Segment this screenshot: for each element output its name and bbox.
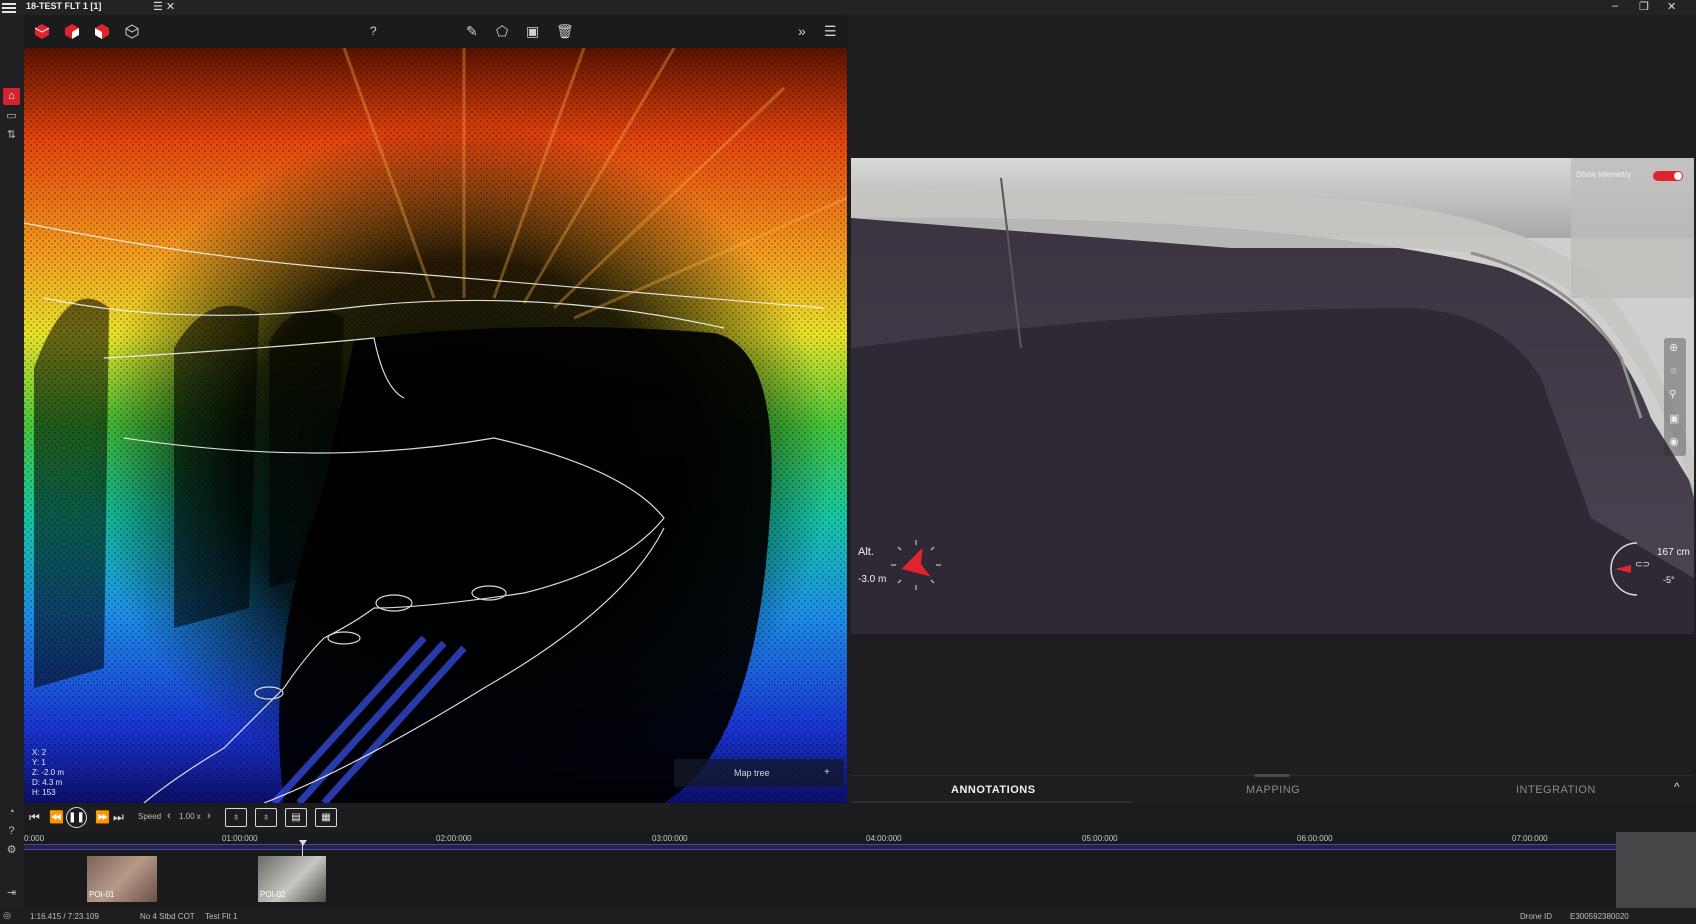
angle-value: -5° <box>1663 575 1675 585</box>
timeline-tick: 06:00:000 <box>1297 834 1333 843</box>
polygon-icon[interactable]: ⬠ <box>496 23 508 40</box>
cube-left-face-icon[interactable] <box>95 24 109 39</box>
coord-h: H: 153 <box>32 788 56 797</box>
pencil-icon[interactable]: ✎ <box>466 23 478 40</box>
collapse-panel-icon[interactable]: ^ <box>1674 780 1680 794</box>
hamburger-menu-icon[interactable] <box>2 1 16 13</box>
poi-label: POI-02 <box>260 890 286 899</box>
heading-indicator-icon <box>891 540 941 590</box>
playback-position: 1:16.415 / 7:23.109 <box>30 912 99 921</box>
add-poi-icon[interactable]: ♁ <box>225 808 247 827</box>
camera-tools: ⊕ ☼ ⚲ ▣ ◉ <box>1664 338 1686 456</box>
drone-id-label: Drone ID <box>1520 912 1553 921</box>
altitude-label: Alt. <box>858 546 874 558</box>
step-back-icon[interactable]: ⏪ <box>49 810 64 824</box>
left-rail: ⌂ ▭ ⇅ ◔ ? ⚙ ⇥ <box>0 15 24 924</box>
timeline[interactable]: 0:000 01:00:000 02:00:000 03:00:000 04:0… <box>24 832 1696 908</box>
map-tree-label: Map tree <box>734 768 770 778</box>
pause-button[interactable]: ❚❚ <box>66 807 87 828</box>
step-forward-icon[interactable]: ⏩ <box>95 810 110 824</box>
tab-mapping[interactable]: MAPPING <box>1246 784 1300 796</box>
panel-tabs: ANNOTATIONS MAPPING INTEGRATION ^ <box>851 774 1694 803</box>
playhead-icon[interactable] <box>299 840 307 846</box>
lamp-icon[interactable]: ☼ <box>1669 365 1678 376</box>
restore-button[interactable]: ❐ <box>1639 0 1649 13</box>
gear-icon[interactable]: ⚙ <box>3 842 20 859</box>
tab-close-icon[interactable]: ✕ <box>166 1 175 13</box>
cube-solid-icon[interactable] <box>35 24 49 39</box>
speed-increase-icon[interactable]: › <box>207 810 211 822</box>
report-icon[interactable]: ▤ <box>285 808 307 827</box>
timeline-tick: 03:00:000 <box>652 834 688 843</box>
map-tree-panel[interactable]: Map tree + <box>674 759 844 787</box>
cube-right-face-icon[interactable] <box>65 24 79 39</box>
export-icon[interactable]: ⇥ <box>3 885 20 902</box>
help-icon[interactable]: ? <box>3 823 20 840</box>
minimize-button[interactable]: – <box>1612 0 1618 12</box>
tab-integration[interactable]: INTEGRATION <box>1516 784 1596 796</box>
active-tab-underline <box>851 801 1132 803</box>
show-telemetry-toggle[interactable] <box>1653 171 1683 181</box>
show-telemetry-label: Show telemetry <box>1576 170 1632 179</box>
timeline-tick: 0:000 <box>24 834 45 843</box>
coord-z: Z: -2.0 m <box>32 768 64 777</box>
title-bar: 18-TEST FLT 1 [1] ☰ ✕ – ❐ ✕ <box>0 0 1696 15</box>
globe-icon: ◎ <box>3 910 11 920</box>
map-tree-toggle-icon[interactable]: + <box>824 767 830 778</box>
toggle-knob <box>1674 172 1682 180</box>
status-bar: ◎ 1:16.415 / 7:23.109 No 4 Stbd COT Test… <box>0 908 1696 924</box>
save-icon[interactable]: ▣ <box>526 23 539 40</box>
drag-handle[interactable] <box>1254 774 1290 777</box>
drone-id-value: E300592380020 <box>1570 912 1629 921</box>
poi-thumbnail[interactable]: POI-01 <box>87 856 157 902</box>
timeline-tick: 07:00:000 <box>1512 834 1548 843</box>
poi-label: POI-01 <box>89 890 115 899</box>
point-cloud-render: X: 2 Y: 1 Z: -2.0 m D: 4.3 m H: 153 <box>24 48 847 803</box>
document-icon[interactable]: ▭ <box>3 108 20 125</box>
timeline-end-region <box>1616 832 1696 908</box>
tab-annotations[interactable]: ANNOTATIONS <box>951 784 1036 796</box>
double-chevron-icon[interactable]: » <box>798 23 806 39</box>
add-poi-alt-icon[interactable]: ♁ <box>255 808 277 827</box>
skip-start-icon[interactable]: ⏮ <box>29 810 40 825</box>
layers-menu-icon[interactable]: ☰ <box>824 23 837 40</box>
location-name: No 4 Stbd COT <box>140 912 195 921</box>
speed-decrease-icon[interactable]: ‹ <box>167 810 171 822</box>
viewer-toolbar: ? ✎ ⬠ ▣ 🗑 » ☰ <box>24 15 847 48</box>
timeline-tick: 01:00:000 <box>222 834 258 843</box>
trash-icon[interactable]: 🗑 <box>556 23 574 40</box>
camera-feed[interactable]: Show telemetry ⊕ ☼ ⚲ ▣ ◉ Alt. -3.0 m ⊂⊃ … <box>851 158 1694 634</box>
clipboard-icon[interactable]: ▣ <box>1669 412 1679 425</box>
camera-image <box>851 158 1694 634</box>
transfer-icon[interactable]: ⇅ <box>3 127 20 144</box>
skip-end-icon[interactable]: ⏭ <box>113 810 124 825</box>
close-button[interactable]: ✕ <box>1667 0 1676 13</box>
poi-thumbnail[interactable]: POI-02 <box>258 856 326 902</box>
coord-d: D: 4.3 m <box>32 778 63 787</box>
coord-y: Y: 1 <box>32 758 46 767</box>
grid-add-icon[interactable]: ▦ <box>315 808 337 827</box>
help-button[interactable]: ? <box>370 24 377 38</box>
flight-name: Test Flt 1 <box>205 912 238 921</box>
timeline-tick: 04:00:000 <box>866 834 902 843</box>
cube-outline-icon[interactable] <box>125 24 139 39</box>
distance-value: 167 cm <box>1657 547 1690 558</box>
zoom-icon[interactable]: ⊕ <box>1669 341 1678 354</box>
window-title: 18-TEST FLT 1 [1] <box>26 1 102 11</box>
speed-label: Speed <box>138 812 162 821</box>
point-cloud-viewport[interactable]: X: 2 Y: 1 Z: -2.0 m D: 4.3 m H: 153 Map … <box>24 48 847 803</box>
altitude-value: -3.0 m <box>858 574 887 585</box>
home-icon[interactable]: ⌂ <box>3 88 20 105</box>
timeline-tick: 02:00:000 <box>436 834 472 843</box>
marker-icon[interactable]: ⚲ <box>1669 389 1676 400</box>
bell-icon[interactable]: ◔ <box>3 804 20 821</box>
tab-list-icon[interactable]: ☰ ✕ <box>153 0 175 13</box>
timeline-track[interactable] <box>24 844 1616 850</box>
drone-icon: ⊂⊃ <box>1635 559 1651 569</box>
timeline-tick: 05:00:000 <box>1082 834 1118 843</box>
coord-x: X: 2 <box>32 748 47 757</box>
playback-controls: ⏮ ⏪ ❚❚ ⏩ ⏭ Speed ‹ 1.00 x › ♁ ♁ ▤ ▦ <box>24 803 847 832</box>
speed-value: 1.00 x <box>179 812 201 821</box>
camera-icon[interactable]: ◉ <box>1669 435 1679 448</box>
